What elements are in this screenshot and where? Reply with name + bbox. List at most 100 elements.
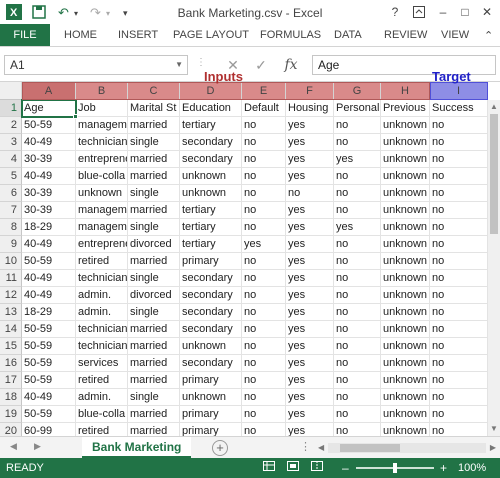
table-cell[interactable]: blue-colla [76,406,128,423]
column-header-c[interactable]: C [128,82,180,100]
table-cell[interactable]: no [242,117,286,134]
table-cell[interactable]: no [334,321,381,338]
table-cell[interactable]: managem [76,117,128,134]
table-cell[interactable]: primary [180,372,242,389]
table-cell[interactable]: yes [286,270,334,287]
table-cell[interactable]: no [430,389,488,406]
table-cell[interactable]: no [286,185,334,202]
minimize-button[interactable]: – [434,3,452,21]
table-cell[interactable]: no [242,304,286,321]
table-cell[interactable]: no [430,185,488,202]
table-cell[interactable]: technician [76,270,128,287]
table-cell[interactable]: no [242,185,286,202]
row-header[interactable]: 14 [0,321,22,338]
page-break-view-icon[interactable] [310,461,324,475]
table-cell[interactable]: yes [286,168,334,185]
table-cell[interactable]: 40-49 [22,236,76,253]
table-cell[interactable]: admin. [76,304,128,321]
insert-function-icon[interactable]: fx [280,55,302,75]
table-cell[interactable]: unknown [381,389,430,406]
sheet-bar-resize-icon[interactable]: ⋮ [300,440,311,453]
table-cell[interactable]: unknown [381,372,430,389]
table-cell[interactable]: single [128,185,180,202]
table-cell[interactable]: secondary [180,321,242,338]
table-cell[interactable]: unknown [180,389,242,406]
table-cell[interactable]: no [430,287,488,304]
name-box-dropdown-icon[interactable]: ▼ [175,56,183,74]
horizontal-scroll-track[interactable] [328,443,486,453]
table-cell[interactable]: technician [76,321,128,338]
table-cell[interactable]: no [430,338,488,355]
header-cell[interactable]: Personal [334,100,381,117]
tab-data[interactable]: DATA [334,29,362,41]
table-cell[interactable]: no [242,202,286,219]
row-header[interactable]: 16 [0,355,22,372]
table-cell[interactable]: yes [286,202,334,219]
table-cell[interactable]: yes [286,338,334,355]
table-cell[interactable]: no [242,321,286,338]
row-header[interactable]: 8 [0,219,22,236]
header-cell[interactable]: Marital St [128,100,180,117]
table-cell[interactable]: yes [286,355,334,372]
table-cell[interactable]: tertiary [180,202,242,219]
table-cell[interactable]: yes [286,151,334,168]
table-cell[interactable]: no [430,270,488,287]
table-cell[interactable]: unknown [76,185,128,202]
name-box[interactable]: A1 ▼ [4,55,188,75]
table-cell[interactable]: managem [76,219,128,236]
confirm-entry-icon[interactable]: ✓ [250,55,272,75]
table-cell[interactable]: 50-59 [22,355,76,372]
table-cell[interactable]: no [334,134,381,151]
table-cell[interactable]: no [430,406,488,423]
table-cell[interactable]: married [128,372,180,389]
table-cell[interactable]: married [128,202,180,219]
vertical-scroll-thumb[interactable] [490,114,498,234]
table-cell[interactable]: single [128,134,180,151]
tab-file[interactable]: FILE [0,24,50,46]
table-cell[interactable]: no [334,287,381,304]
add-sheet-button[interactable]: + [212,440,228,456]
table-cell[interactable]: no [242,338,286,355]
table-cell[interactable]: no [334,270,381,287]
table-cell[interactable]: no [334,185,381,202]
fill-handle[interactable] [73,114,78,119]
header-cell[interactable]: Success [430,100,488,117]
select-all-corner[interactable] [0,82,22,100]
row-header[interactable]: 15 [0,338,22,355]
zoom-slider-thumb[interactable] [393,463,397,473]
table-cell[interactable]: tertiary [180,117,242,134]
table-cell[interactable]: 18-29 [22,304,76,321]
column-header-a[interactable]: A [22,82,76,100]
table-cell[interactable]: entreprene [76,151,128,168]
zoom-in-button[interactable]: + [440,461,447,475]
table-cell[interactable]: unknown [381,287,430,304]
table-cell[interactable]: no [334,338,381,355]
column-header-b[interactable]: B [76,82,128,100]
table-cell[interactable]: no [242,372,286,389]
tab-view[interactable]: VIEW [441,29,469,41]
column-header-e[interactable]: E [242,82,286,100]
table-cell[interactable]: single [128,270,180,287]
ribbon-display-options-icon[interactable] [410,3,428,21]
page-layout-view-icon[interactable] [286,461,300,475]
table-cell[interactable]: retired [76,253,128,270]
table-cell[interactable]: unknown [180,185,242,202]
zoom-out-button[interactable]: – [342,461,349,475]
table-cell[interactable]: yes [286,219,334,236]
table-cell[interactable]: yes [286,406,334,423]
table-cell[interactable]: no [334,253,381,270]
table-cell[interactable]: unknown [381,338,430,355]
table-cell[interactable]: secondary [180,355,242,372]
table-cell[interactable]: divorced [128,287,180,304]
row-header[interactable]: 11 [0,270,22,287]
table-cell[interactable]: primary [180,253,242,270]
table-cell[interactable]: unknown [381,202,430,219]
table-cell[interactable]: no [334,355,381,372]
table-cell[interactable]: no [242,355,286,372]
header-cell[interactable]: Previous [381,100,430,117]
table-cell[interactable]: unknown [381,355,430,372]
table-cell[interactable]: 50-59 [22,321,76,338]
table-cell[interactable]: 30-39 [22,202,76,219]
table-cell[interactable]: admin. [76,389,128,406]
header-cell[interactable]: Job [76,100,128,117]
